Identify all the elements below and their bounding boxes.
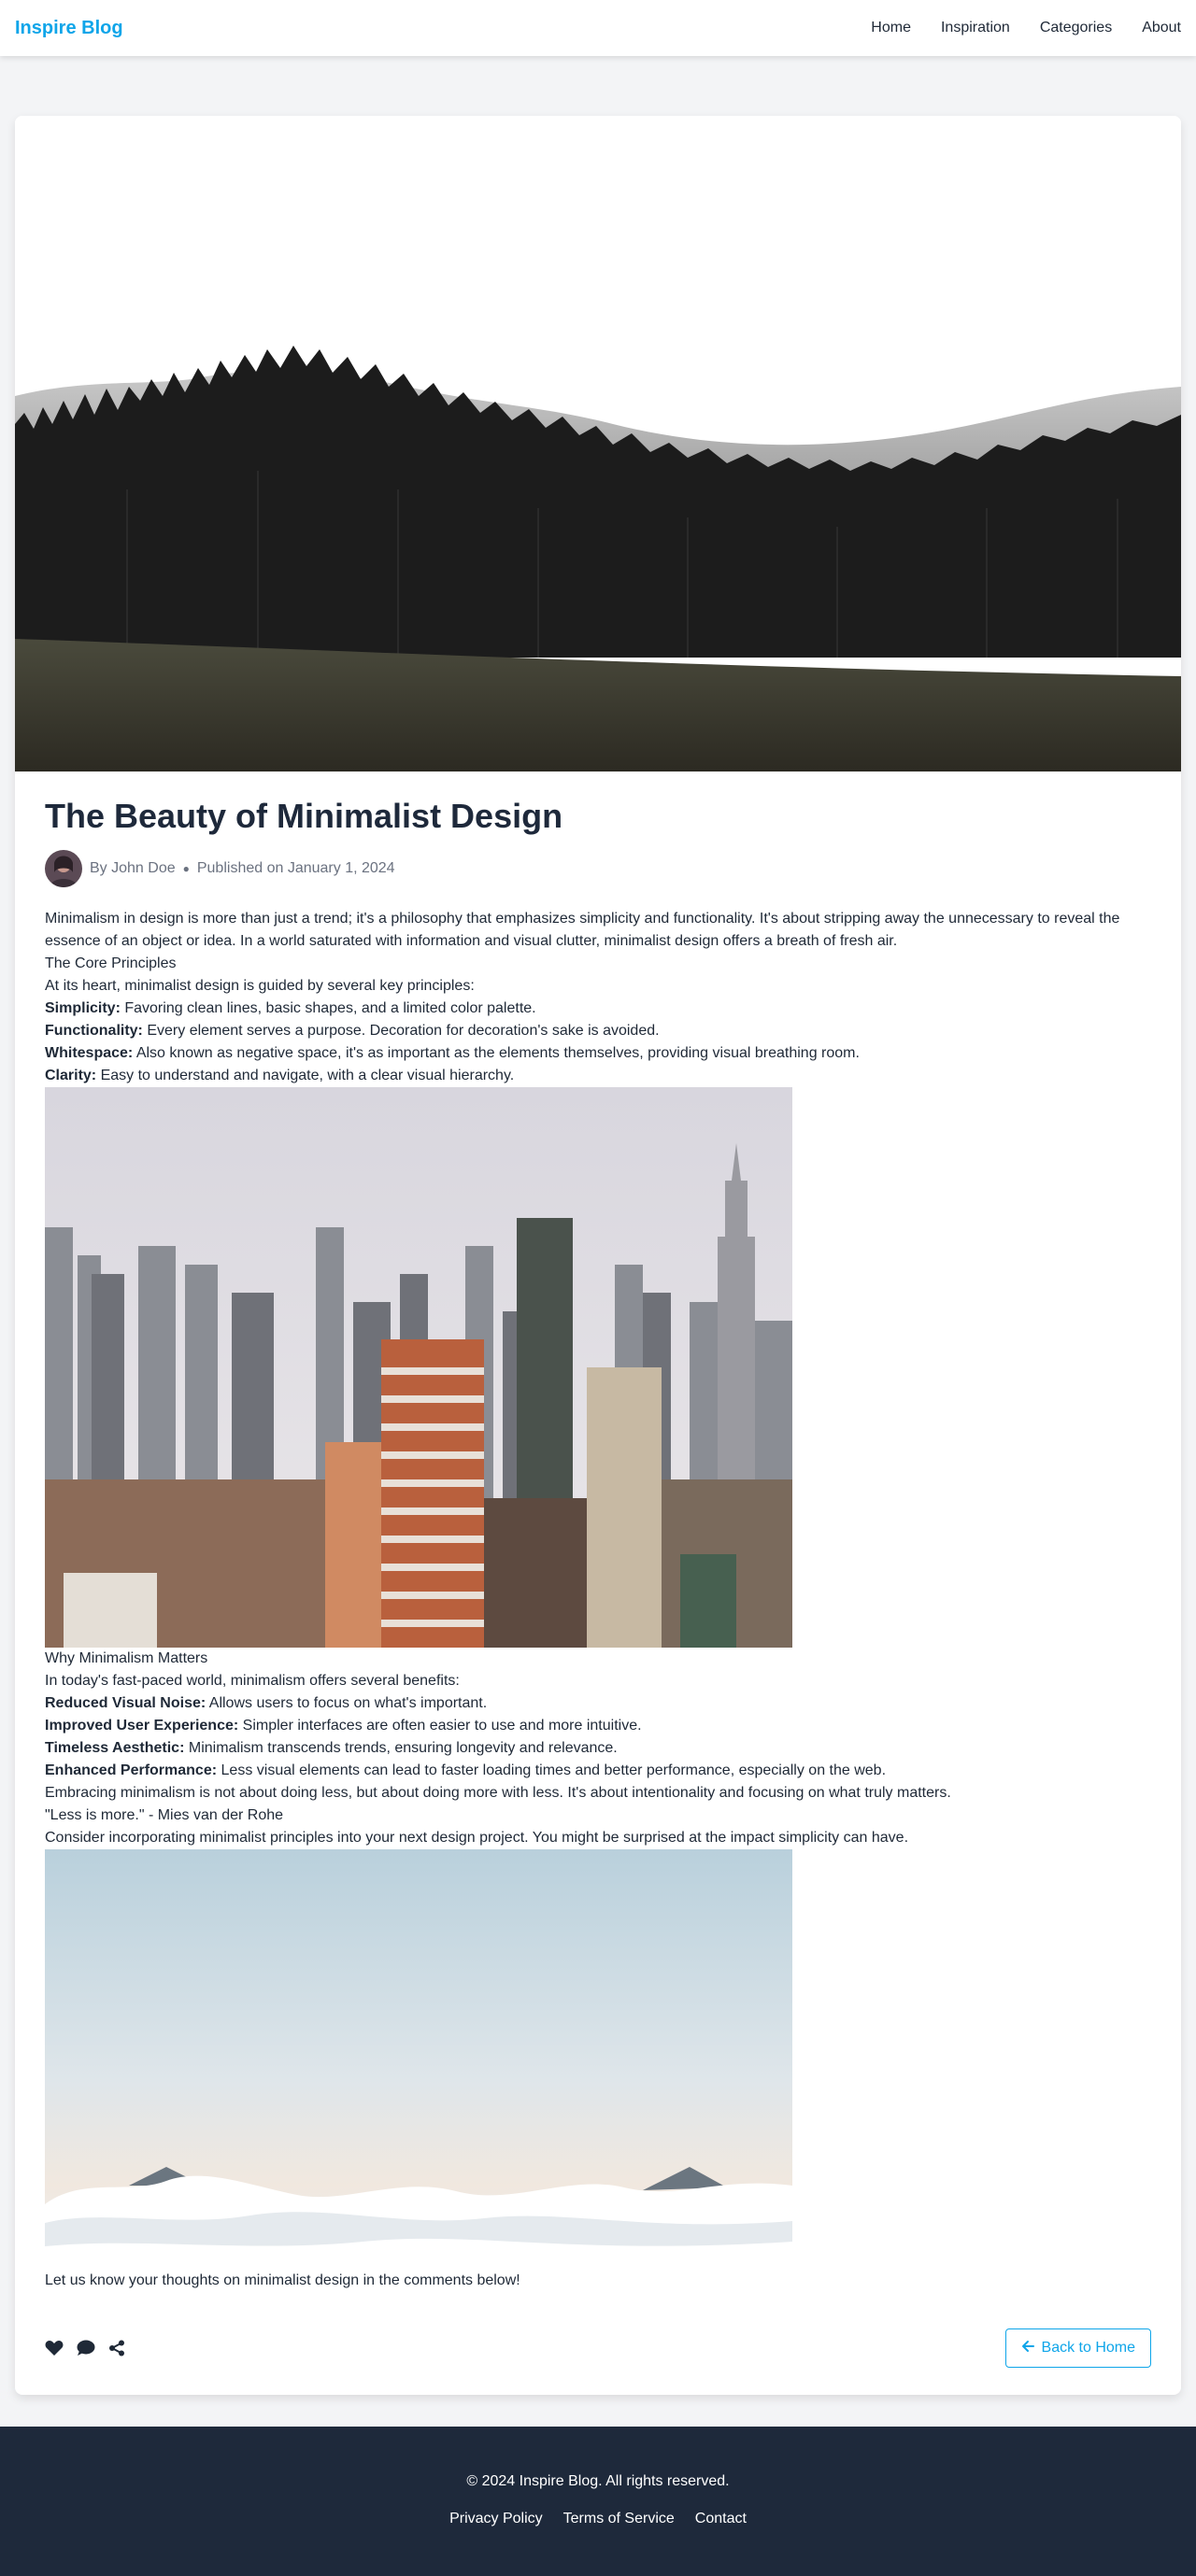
- list-item: Functionality: Every element serves a pu…: [45, 1023, 660, 1039]
- nav-inspiration[interactable]: Inspiration: [941, 20, 1010, 36]
- back-to-home-button[interactable]: Back to Home: [1004, 2328, 1151, 2368]
- list-item: Simplicity: Favoring clean lines, basic …: [45, 1000, 536, 1016]
- share-icon[interactable]: [108, 2340, 125, 2357]
- footer-link-privacy[interactable]: Privacy Policy: [449, 2508, 543, 2530]
- forest-image: [15, 116, 1181, 771]
- footer-links: Privacy Policy Terms of Service Contact: [0, 2508, 1196, 2530]
- copyright-text: © 2024 Inspire Blog. All rights reserved…: [466, 2473, 730, 2489]
- brand-logo-link[interactable]: Inspire Blog: [15, 18, 123, 39]
- clouds-image: [45, 1849, 792, 2270]
- comment-icon[interactable]: [77, 2340, 95, 2357]
- list-item: Improved User Experience: Simpler interf…: [45, 1718, 642, 1734]
- article-meta: By John Doe ● Published on January 1, 20…: [45, 850, 1151, 887]
- footer-link-terms[interactable]: Terms of Service: [563, 2508, 675, 2530]
- section-heading-principles: The Core Principles: [45, 955, 177, 971]
- article-body: Minimalism in design is more than just a…: [45, 908, 1151, 2292]
- section-heading-why: Why Minimalism Matters: [45, 1650, 208, 1666]
- author-name: By John Doe: [90, 860, 176, 876]
- list-item: Clarity: Easy to understand and navigate…: [45, 1068, 515, 1083]
- meta-separator: ●: [182, 862, 190, 875]
- footer-link-contact[interactable]: Contact: [695, 2508, 747, 2530]
- nav-home[interactable]: Home: [871, 20, 911, 36]
- list-item: Reduced Visual Noise: Allows users to fo…: [45, 1695, 488, 1711]
- reaction-icons: [45, 2340, 125, 2357]
- why-lead: In today's fast-paced world, minimalism …: [45, 1673, 460, 1689]
- nav-categories[interactable]: Categories: [1040, 20, 1112, 36]
- list-item: Timeless Aesthetic: Minimalism transcend…: [45, 1740, 618, 1756]
- intro-paragraph: Minimalism in design is more than just a…: [45, 911, 1120, 949]
- consider-paragraph: Consider incorporating minimalist princi…: [45, 1830, 909, 1846]
- city-skyline-image: [45, 1087, 792, 1648]
- list-item: Enhanced Performance: Less visual elemen…: [45, 1762, 887, 1778]
- article-content: The Beauty of Minimalist Design By John …: [45, 771, 1151, 2292]
- quote: "Less is more." - Mies van der Rohe: [45, 1807, 284, 1823]
- hero-image: [15, 116, 1181, 771]
- closing-paragraph: Let us know your thoughts on minimalist …: [45, 2272, 520, 2288]
- nav-about[interactable]: About: [1142, 20, 1181, 36]
- main-nav: Home Inspiration Categories About: [871, 20, 1181, 36]
- article-card: The Beauty of Minimalist Design By John …: [15, 116, 1181, 2395]
- heart-icon[interactable]: [45, 2340, 64, 2357]
- back-to-home-label: Back to Home: [1041, 2340, 1135, 2356]
- embrace-paragraph: Embracing minimalism is not about doing …: [45, 1785, 951, 1801]
- article-title: The Beauty of Minimalist Design: [45, 797, 563, 835]
- publish-date: Published on January 1, 2024: [196, 860, 395, 876]
- article-actions: Back to Home: [45, 2328, 1151, 2369]
- principles-lead: At its heart, minimalist design is guide…: [45, 978, 475, 994]
- site-header: Inspire Blog Home Inspiration Categories…: [0, 0, 1196, 56]
- site-footer: © 2024 Inspire Blog. All rights reserved…: [0, 2427, 1196, 2576]
- list-item: Whitespace: Also known as negative space…: [45, 1045, 860, 1061]
- arrow-left-icon: [1021, 2340, 1034, 2357]
- author-avatar: [45, 850, 82, 887]
